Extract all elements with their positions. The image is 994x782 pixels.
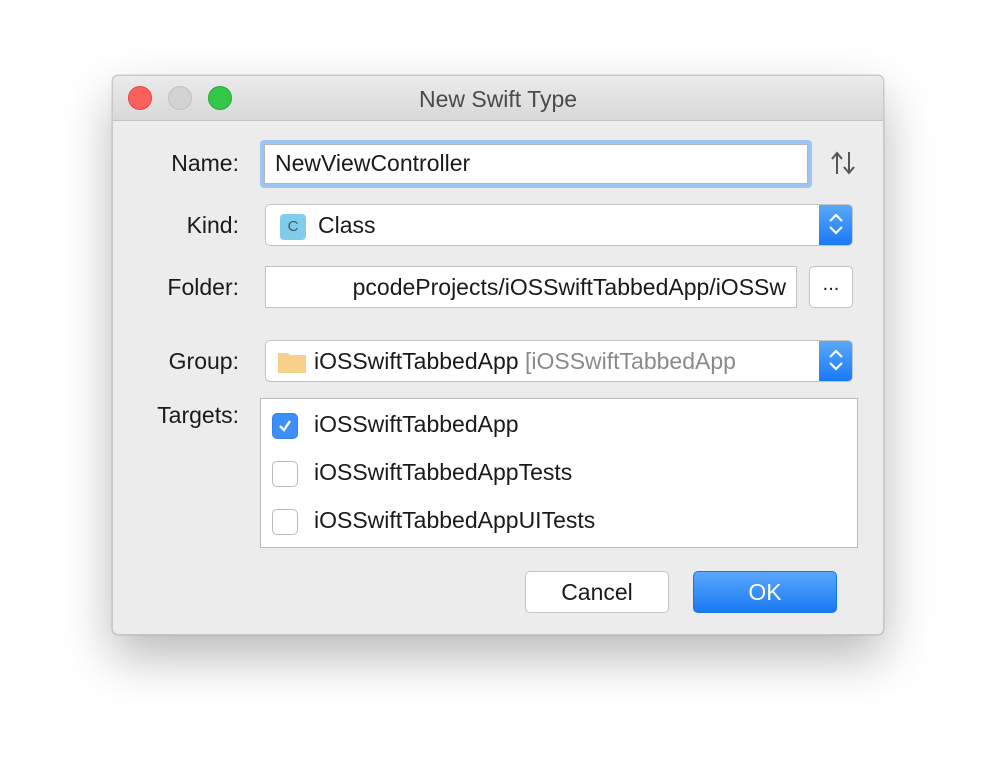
target-label: iOSSwiftTabbedAppUITests	[314, 507, 596, 533]
group-stepper[interactable]	[819, 341, 852, 381]
folder-icon	[278, 353, 306, 373]
kind-value: Class	[318, 212, 376, 238]
target-item[interactable]: iOSSwiftTabbedApp	[261, 401, 857, 447]
group-label: Group:	[168, 348, 239, 374]
folder-input[interactable]: pcodeProjects/iOSSwiftTabbedApp/iOSSw	[265, 266, 797, 308]
target-checkbox[interactable]	[272, 509, 298, 535]
kind-label: Kind:	[186, 212, 239, 238]
cancel-button[interactable]: Cancel	[525, 571, 669, 613]
name-label: Name:	[171, 150, 239, 176]
folder-label: Folder:	[167, 274, 239, 300]
targets-label: Targets:	[157, 402, 239, 428]
targets-list: iOSSwiftTabbedApp iOSSwiftTabbedAppTests…	[260, 398, 858, 548]
new-swift-type-dialog: New Swift Type Name: NewViewController K…	[112, 75, 884, 635]
group-detail: [iOSSwiftTabbedApp	[524, 348, 736, 374]
chevron-up-down-icon	[829, 349, 843, 371]
window-title: New Swift Type	[418, 86, 578, 112]
sort-arrows-icon[interactable]	[829, 150, 857, 176]
title-bar: New Swift Type	[113, 76, 883, 121]
kind-select[interactable]: C Class	[265, 204, 853, 246]
chevron-up-down-icon	[829, 213, 843, 235]
target-item[interactable]: iOSSwiftTabbedAppUITests	[261, 497, 857, 543]
ok-button[interactable]: OK	[693, 571, 837, 613]
kind-stepper[interactable]	[819, 205, 852, 245]
group-value: iOSSwiftTabbedApp	[314, 348, 519, 374]
name-input[interactable]: NewViewController	[264, 144, 808, 184]
class-icon: C	[280, 214, 306, 240]
browse-folder-button[interactable]: ...	[809, 266, 853, 308]
target-item[interactable]: iOSSwiftTabbedAppTests	[261, 449, 857, 495]
target-label: iOSSwiftTabbedApp	[314, 411, 519, 437]
target-checkbox[interactable]	[272, 461, 298, 487]
target-label: iOSSwiftTabbedAppTests	[314, 459, 573, 485]
name-field[interactable]: NewViewController	[260, 140, 812, 188]
group-select[interactable]: iOSSwiftTabbedApp [iOSSwiftTabbedApp	[265, 340, 853, 382]
target-checkbox[interactable]	[272, 413, 298, 439]
checkmark-icon	[279, 420, 291, 432]
folder-value: pcodeProjects/iOSSwiftTabbedApp/iOSSw	[352, 274, 786, 300]
